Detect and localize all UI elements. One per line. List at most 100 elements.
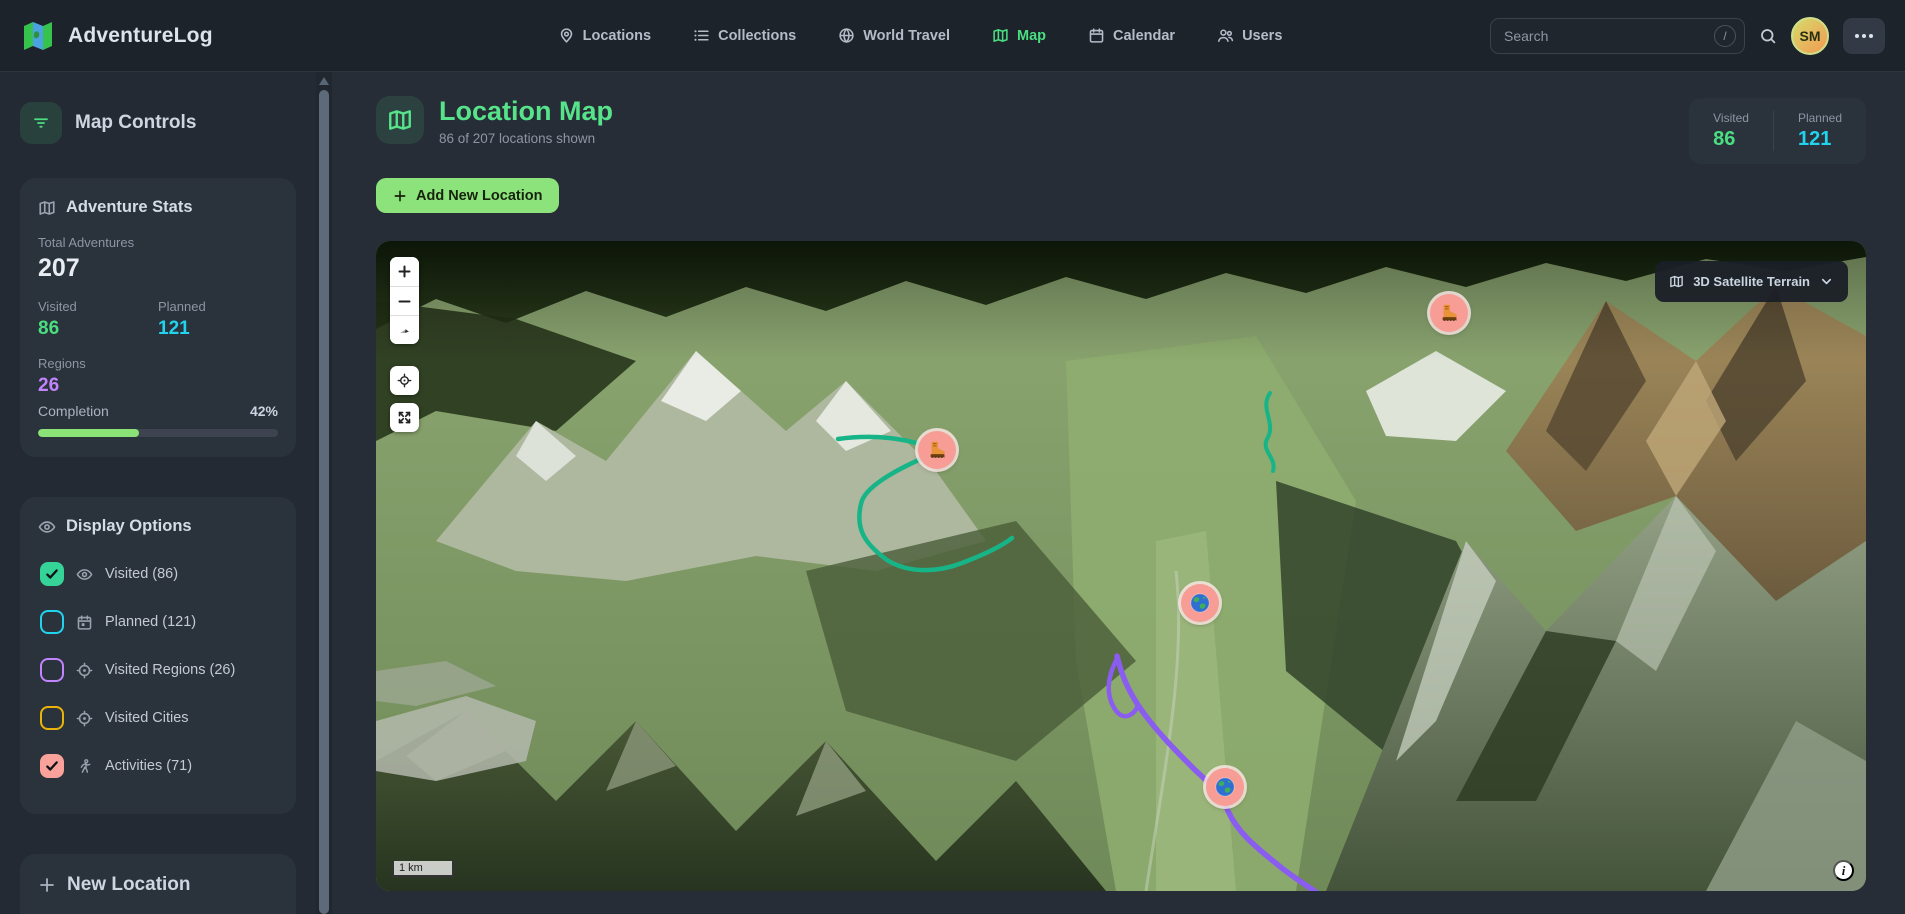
hiking-boot-icon: [1438, 302, 1460, 324]
eye-icon: [76, 566, 93, 583]
locate-icon: [397, 373, 412, 388]
chevron-down-icon: [1819, 274, 1834, 289]
plus-icon: [393, 189, 407, 203]
minus-icon: [397, 294, 412, 309]
nav-label: Users: [1242, 28, 1282, 44]
visited-value: 86: [38, 318, 158, 340]
sidebar-scrollbar[interactable]: [316, 72, 332, 914]
map-icon: [992, 27, 1009, 44]
map-style-dropdown[interactable]: 3D Satellite Terrain: [1655, 261, 1848, 302]
nav-item-collections[interactable]: Collections: [679, 18, 810, 53]
brand[interactable]: AdventureLog: [20, 18, 350, 54]
scroll-up-arrow[interactable]: [319, 77, 329, 85]
nav-label: Calendar: [1113, 28, 1175, 44]
total-adventures-label: Total Adventures: [38, 235, 278, 250]
app-logo-icon: [20, 18, 56, 54]
target-icon: [76, 662, 93, 679]
attribution-info-button[interactable]: i: [1833, 860, 1854, 881]
filter-chip[interactable]: [20, 102, 62, 144]
users-icon: [1217, 27, 1234, 44]
fullscreen-button[interactable]: [390, 403, 419, 432]
map-zoom-controls: [390, 257, 419, 344]
display-options-card: Display Options Visited (86) Planned (12…: [20, 497, 296, 814]
dots-icon: [1855, 34, 1859, 38]
check-icon: [45, 759, 59, 773]
avatar[interactable]: SM: [1791, 17, 1829, 55]
nav-item-locations[interactable]: Locations: [544, 18, 665, 53]
plus-icon: [397, 264, 412, 279]
completion-progress-fill: [38, 429, 139, 437]
compass-pitch-button[interactable]: [390, 315, 419, 344]
map-marker-globe[interactable]: [1206, 768, 1244, 806]
search-wrap: /: [1490, 18, 1745, 54]
checkbox-visited-cities[interactable]: [40, 706, 64, 730]
display-option-row[interactable]: Planned (121): [38, 602, 278, 642]
navbar: AdventureLog Locations Collections World…: [0, 0, 1905, 72]
calendar-icon: [1088, 27, 1105, 44]
display-option-row[interactable]: Visited Cities: [38, 698, 278, 738]
badge-planned-label: Planned: [1798, 111, 1842, 125]
main-header: Location Map 86 of 207 locations shown V…: [376, 96, 1866, 164]
map-style-label: 3D Satellite Terrain: [1693, 274, 1810, 289]
fullscreen-icon: [397, 410, 412, 425]
nav-item-calendar[interactable]: Calendar: [1074, 18, 1189, 53]
badge-visited-value: 86: [1713, 128, 1749, 151]
zoom-in-button[interactable]: [390, 257, 419, 286]
target-icon: [76, 710, 93, 727]
checkbox-planned[interactable]: [40, 610, 64, 634]
checkbox-activities[interactable]: [40, 754, 64, 778]
adventure-stats-card: Adventure Stats Total Adventures 207 Vis…: [20, 178, 296, 457]
more-menu-button[interactable]: [1843, 18, 1885, 54]
nav-label: World Travel: [863, 28, 950, 44]
globe-icon: [838, 27, 855, 44]
checkbox-visited-regions[interactable]: [40, 658, 64, 682]
page-subtitle: 86 of 207 locations shown: [439, 131, 613, 146]
map-marker-globe[interactable]: [1181, 584, 1219, 622]
total-adventures-value: 207: [38, 254, 278, 283]
brand-name: AdventureLog: [68, 24, 213, 48]
check-icon: [45, 567, 59, 581]
display-option-row[interactable]: Visited (86): [38, 554, 278, 594]
search-shortcut-badge: /: [1714, 25, 1736, 47]
regions-value: 26: [38, 375, 278, 397]
earth-globe-icon: [1214, 776, 1236, 798]
zoom-out-button[interactable]: [390, 286, 419, 315]
planned-value: 121: [158, 318, 278, 340]
map-marker-hiking[interactable]: [1430, 294, 1468, 332]
search-button[interactable]: [1759, 27, 1777, 45]
header-stats-card: Visited 86 Planned 121: [1689, 98, 1866, 164]
planned-label: Planned: [158, 299, 278, 314]
earth-globe-icon: [1189, 592, 1211, 614]
nav-label: Collections: [718, 28, 796, 44]
map-icon: [1669, 274, 1684, 289]
main-content: Location Map 86 of 207 locations shown V…: [332, 72, 1905, 914]
page-title: Location Map: [439, 96, 613, 127]
map-canvas[interactable]: 3D Satellite Terrain 1 km i: [376, 241, 1866, 891]
map-marker-hiking[interactable]: [918, 431, 956, 469]
geolocate-button[interactable]: [390, 366, 419, 395]
visited-label: Visited: [38, 299, 158, 314]
filter-icon: [32, 114, 50, 132]
display-option-row[interactable]: Activities (71): [38, 746, 278, 786]
add-new-location-button[interactable]: Add New Location: [376, 178, 559, 213]
display-option-row[interactable]: Visited Regions (26): [38, 650, 278, 690]
completion-progressbar: [38, 429, 278, 437]
checkbox-visited[interactable]: [40, 562, 64, 586]
page-map-icon: [376, 96, 424, 144]
completion-pct: 42%: [250, 403, 278, 419]
map-icon: [38, 199, 56, 217]
sidebar-title: Map Controls: [75, 112, 196, 134]
nav-item-world-travel[interactable]: World Travel: [824, 18, 964, 53]
calendar-icon: [76, 614, 93, 631]
display-options-title: Display Options: [38, 517, 278, 536]
scrollbar-thumb[interactable]: [319, 90, 329, 914]
map-scale: 1 km: [392, 861, 454, 877]
nav-item-users[interactable]: Users: [1203, 18, 1296, 53]
nav-item-map[interactable]: Map: [978, 18, 1060, 53]
list-icon: [693, 27, 710, 44]
search-input[interactable]: [1490, 18, 1745, 54]
compass-icon: [397, 323, 412, 338]
new-location-card: New Location Click on the map to place a…: [20, 854, 296, 914]
new-location-title: New Location: [38, 874, 278, 896]
sidebar: Map Controls Adventure Stats Total Adven…: [0, 72, 316, 914]
